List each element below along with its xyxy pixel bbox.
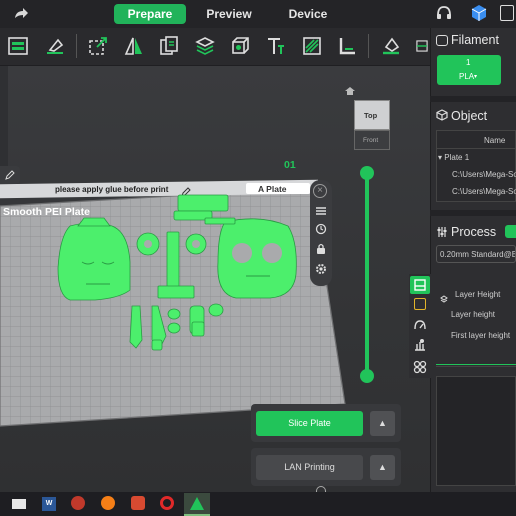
app-sw-icon[interactable] bbox=[71, 496, 85, 510]
mail-icon[interactable] bbox=[12, 499, 26, 509]
model-parts[interactable] bbox=[0, 0, 340, 370]
firefox-icon[interactable] bbox=[101, 496, 115, 510]
object-file-row[interactable]: C:\Users\Mega-Soft\ bbox=[452, 170, 516, 179]
object-file-row[interactable]: C:\Users\Mega-Soft\ bbox=[452, 187, 516, 196]
bambu-studio-taskbar-icon[interactable] bbox=[184, 493, 210, 516]
slice-options-button[interactable]: ▲ bbox=[370, 411, 395, 436]
layer-slider-track[interactable] bbox=[365, 174, 369, 376]
object-title: Object bbox=[451, 109, 488, 123]
layer-slider-top-handle[interactable] bbox=[360, 166, 374, 180]
file-open-icon[interactable] bbox=[500, 5, 514, 21]
view-cube-top: Top bbox=[364, 111, 378, 120]
others-tab-icon[interactable] bbox=[413, 360, 427, 374]
filament-type: PLA bbox=[459, 72, 475, 81]
close-plate-icon[interactable]: × bbox=[313, 184, 327, 198]
process-title: Process bbox=[451, 225, 497, 239]
process-mode-toggle[interactable] bbox=[505, 225, 516, 238]
process-icon bbox=[436, 225, 448, 237]
object-plate-row[interactable]: ▾ Plate 1 bbox=[438, 153, 469, 162]
filament-slot-number: 1 bbox=[466, 58, 471, 67]
layer-slider-bottom-handle[interactable] bbox=[360, 369, 374, 383]
filament-dropdown-icon[interactable]: ▾ bbox=[474, 73, 477, 80]
model-bracket bbox=[177, 194, 229, 212]
opera-icon[interactable] bbox=[160, 496, 174, 510]
panel-divider bbox=[430, 210, 516, 216]
headset-icon[interactable] bbox=[436, 5, 452, 21]
first-layer-height-label: First layer height bbox=[451, 331, 511, 340]
app-p-icon[interactable] bbox=[131, 496, 145, 510]
plate-list-icon[interactable] bbox=[315, 204, 327, 216]
color-paint-icon[interactable] bbox=[378, 33, 404, 59]
support-tab-icon[interactable] bbox=[413, 338, 427, 352]
model-rack bbox=[166, 231, 180, 293]
object-list-header-line bbox=[436, 148, 516, 149]
lan-printing-button[interactable]: LAN Printing bbox=[256, 455, 363, 480]
edit-plate-button[interactable] bbox=[0, 166, 20, 184]
layer-height-label: Layer height bbox=[451, 310, 496, 319]
panel-divider bbox=[430, 96, 516, 102]
cube-logo-icon[interactable] bbox=[470, 4, 488, 22]
model-face-left-top bbox=[77, 217, 111, 227]
layer-height-group: Layer Height bbox=[455, 290, 501, 299]
print-options-button[interactable]: ▲ bbox=[370, 455, 395, 480]
filament-icon bbox=[436, 35, 448, 46]
model-cylinder bbox=[167, 308, 181, 320]
object-column-name: Name bbox=[484, 136, 506, 145]
view-cube-front: Front bbox=[363, 137, 379, 144]
object-plate-label: Plate 1 bbox=[444, 153, 470, 162]
assembly-icon[interactable] bbox=[414, 33, 430, 59]
layer-height-icon bbox=[440, 290, 448, 303]
quality-tab-icon[interactable] bbox=[410, 276, 430, 294]
filament-title: Filament bbox=[451, 33, 499, 47]
plate-number: 01 bbox=[284, 159, 296, 171]
lock-icon[interactable] bbox=[316, 242, 326, 254]
word-icon[interactable]: W bbox=[42, 497, 56, 511]
home-view-icon[interactable] bbox=[344, 83, 356, 95]
process-preset-select[interactable]: 0.20mm Standard@B bbox=[436, 245, 516, 263]
model-face-left bbox=[57, 222, 131, 301]
object-icon bbox=[436, 108, 448, 121]
slice-plate-button[interactable]: Slice Plate bbox=[256, 411, 363, 436]
process-section-divider bbox=[436, 364, 516, 367]
model-leg-left bbox=[129, 305, 143, 349]
auto-orient-icon[interactable] bbox=[315, 222, 327, 235]
speed-tab-icon[interactable] bbox=[413, 318, 427, 330]
toolbar-divider bbox=[368, 34, 369, 58]
settings-text-area[interactable] bbox=[436, 376, 516, 486]
strength-tab-icon[interactable] bbox=[414, 298, 426, 310]
plate-settings-icon[interactable] bbox=[315, 262, 327, 274]
model-face-right bbox=[217, 218, 297, 299]
